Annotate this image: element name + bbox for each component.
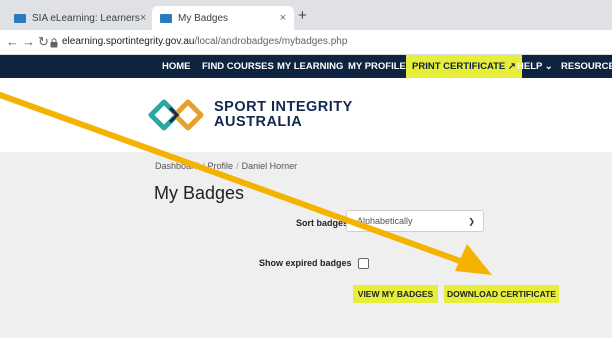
site-favicon-icon	[14, 13, 26, 23]
logo-line-2: AUSTRALIA	[214, 114, 303, 130]
logo-wordmark: SPORT INTEGRITY AUSTRALIA	[214, 100, 353, 130]
back-icon[interactable]: ←	[6, 34, 19, 49]
nav-my-learning[interactable]: MY LEARNING	[277, 55, 343, 78]
url-host: elearning.sportintegrity.gov.au	[62, 36, 195, 47]
nav-home[interactable]: HOME	[162, 55, 191, 78]
tab-my-badges[interactable]: My Badges ×	[152, 6, 294, 30]
tab-learners[interactable]: SIA eLearning: Learners ×	[8, 6, 154, 30]
show-expired-checkbox[interactable]	[358, 258, 369, 269]
tab-close-icon[interactable]: ×	[140, 12, 146, 24]
nav-find-courses[interactable]: FIND COURSES	[202, 55, 274, 78]
tab-learners-title: SIA eLearning: Learners	[32, 12, 140, 24]
nav-print-certificate[interactable]: PRINT CERTIFICATE ↗	[406, 55, 522, 78]
new-tab-icon[interactable]: +	[298, 7, 307, 24]
sport-integrity-logo-icon[interactable]	[148, 96, 204, 134]
breadcrumb-dashboard[interactable]: Dashboard	[155, 161, 199, 171]
breadcrumb: Dashboard / Profile / Daniel Horner	[155, 161, 297, 171]
sort-label: Sort badges	[296, 218, 349, 228]
nav-my-profile[interactable]: MY PROFILE	[348, 55, 406, 78]
breadcrumb-profile[interactable]: Profile	[208, 161, 234, 171]
chevron-down-icon: ❯	[468, 216, 475, 226]
view-my-badges-button[interactable]: VIEW MY BADGES	[353, 285, 438, 303]
tab-close-icon[interactable]: ×	[280, 12, 286, 24]
sort-select-value: Alphabetically	[357, 216, 413, 226]
logo-line-1: SPORT INTEGRITY	[214, 99, 353, 115]
content-area	[0, 152, 612, 338]
address-bar[interactable]: elearning.sportintegrity.gov.au/local/an…	[62, 36, 347, 47]
lock-icon	[50, 38, 58, 48]
sort-select[interactable]: Alphabetically ❯	[346, 210, 484, 232]
breadcrumb-separator: /	[236, 161, 239, 171]
download-certificate-button[interactable]: DOWNLOAD CERTIFICATE	[444, 285, 559, 303]
show-expired-label: Show expired badges	[259, 258, 352, 268]
nav-help[interactable]: HELP ⌄	[517, 55, 553, 78]
site-favicon-icon	[160, 13, 172, 23]
forward-icon[interactable]: →	[22, 34, 35, 49]
url-path: /local/androbadges/mybadges.php	[194, 36, 348, 47]
breadcrumb-separator: /	[202, 161, 205, 171]
reload-icon[interactable]: ↻	[38, 34, 49, 50]
breadcrumb-user[interactable]: Daniel Horner	[242, 161, 298, 171]
page-title: My Badges	[154, 183, 245, 203]
nav-resources[interactable]: RESOURCES	[561, 55, 612, 78]
tab-my-badges-title: My Badges	[178, 12, 229, 24]
